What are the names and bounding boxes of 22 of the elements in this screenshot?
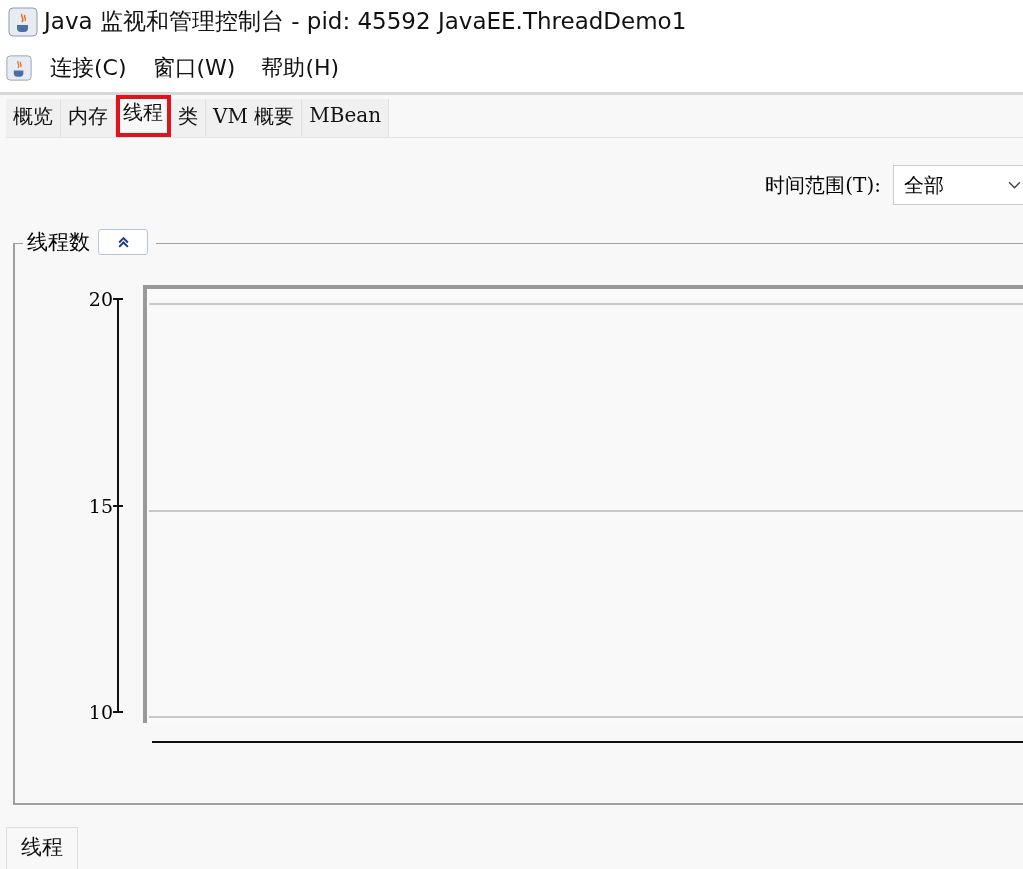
collapse-button[interactable] bbox=[98, 229, 148, 255]
java-cup-icon[interactable] bbox=[6, 52, 32, 83]
menu-item[interactable]: 连接(C) bbox=[50, 52, 127, 83]
time-range-label: 时间范围(T): bbox=[765, 171, 881, 199]
menu-item[interactable]: 帮助(H) bbox=[261, 52, 340, 83]
tab[interactable]: MBean bbox=[302, 99, 390, 137]
window-title: Java 监视和管理控制台 - pid: 45592 JavaEE.ThreadDemo1 bbox=[44, 7, 687, 37]
axis-tick-label: 10 bbox=[88, 701, 113, 723]
double-chevron-up-icon bbox=[116, 236, 130, 248]
tab[interactable]: 类 bbox=[171, 99, 206, 137]
chevron-down-icon bbox=[1008, 180, 1021, 190]
tab[interactable]: 概览 bbox=[6, 99, 61, 137]
java-cup-icon bbox=[8, 6, 38, 37]
tab[interactable]: 线程 bbox=[116, 95, 171, 137]
tab[interactable]: 内存 bbox=[61, 99, 116, 137]
menu-item[interactable]: 窗口(W) bbox=[152, 52, 236, 83]
axis-tick-label: 20 bbox=[88, 288, 113, 310]
tab[interactable]: VM 概要 bbox=[206, 99, 303, 137]
time-range-dropdown[interactable]: 全部 bbox=[893, 165, 1023, 205]
panel-title: 线程数 bbox=[27, 229, 90, 256]
tab[interactable]: 线程 bbox=[6, 827, 78, 869]
axis-tick-label: 15 bbox=[88, 494, 113, 517]
